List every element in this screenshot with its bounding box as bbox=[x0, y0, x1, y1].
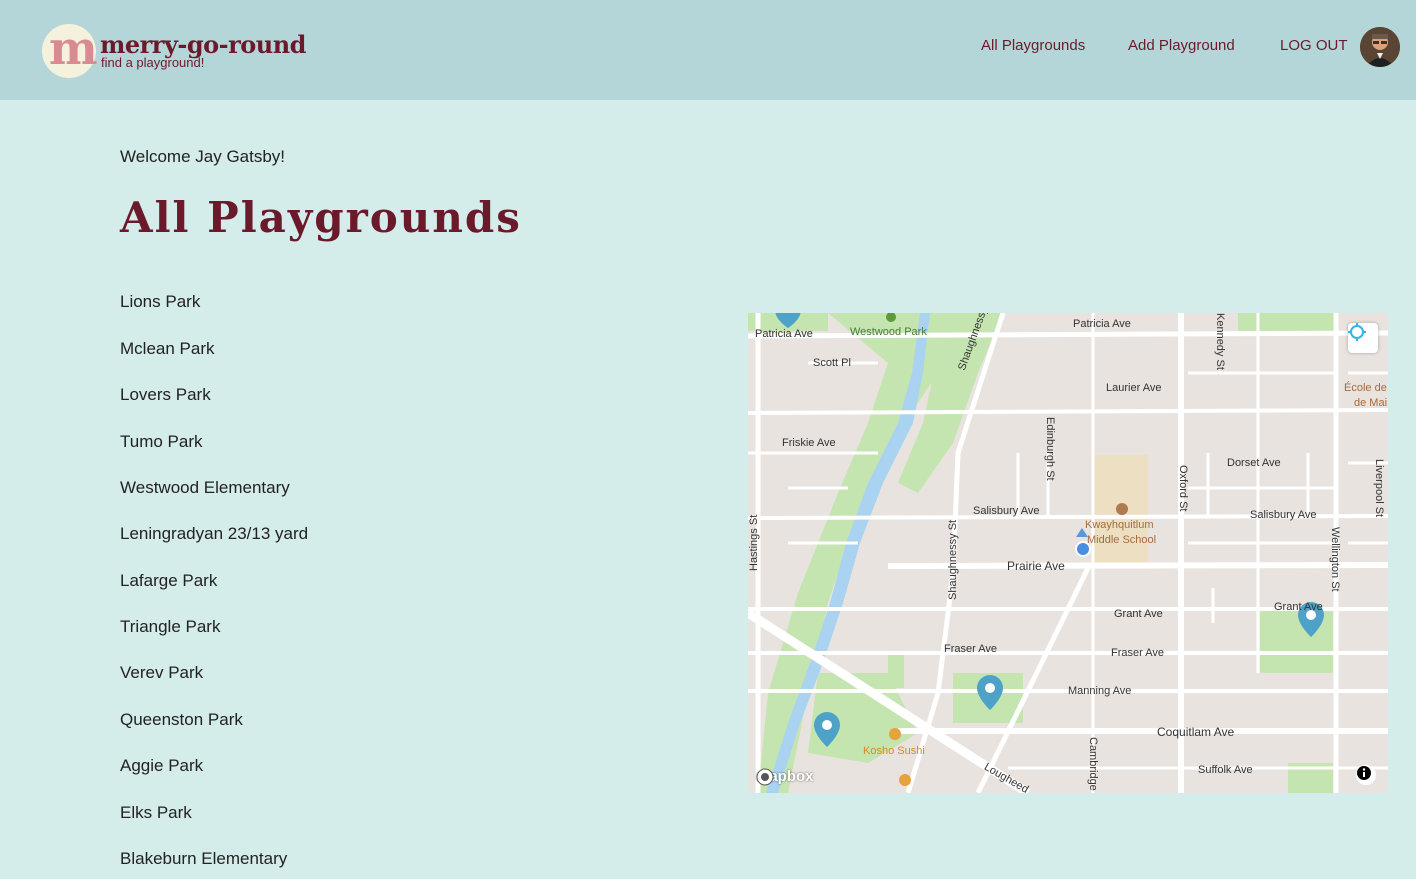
list-item[interactable]: Leningradyan 23/13 yard bbox=[120, 524, 308, 544]
list-item[interactable]: Verev Park bbox=[120, 663, 203, 683]
school-icon bbox=[1116, 503, 1128, 515]
list-item[interactable]: Blakeburn Elementary bbox=[120, 849, 287, 869]
list-item[interactable]: Lovers Park bbox=[120, 385, 211, 405]
map-label: Grant Ave bbox=[1274, 601, 1323, 613]
mapbox-icon bbox=[756, 768, 774, 786]
map-label: Suffolk Ave bbox=[1198, 764, 1253, 776]
map-label: Friskie Ave bbox=[782, 437, 836, 449]
list-item[interactable]: Queenston Park bbox=[120, 710, 243, 730]
map-label: Shaughnessy St bbox=[947, 519, 959, 600]
list-item[interactable]: Triangle Park bbox=[120, 617, 220, 637]
map-label: École de bbox=[1344, 382, 1387, 394]
map-label: Kosho Sushi bbox=[863, 745, 925, 757]
list-item[interactable]: Elks Park bbox=[120, 803, 192, 823]
map-label: Patricia Ave bbox=[1073, 318, 1131, 330]
map-canvas[interactable] bbox=[748, 313, 1388, 793]
list-item[interactable]: Lions Park bbox=[120, 292, 200, 312]
map-label: Kennedy St bbox=[1214, 313, 1226, 370]
map-label: Manning Ave bbox=[1068, 685, 1132, 697]
list-item[interactable]: Westwood Elementary bbox=[120, 478, 290, 498]
playground-map[interactable]: Patricia Ave Patricia Ave Westwood Park … bbox=[748, 313, 1388, 793]
map-label: Hastings St bbox=[748, 514, 760, 571]
map-label: Fraser Ave bbox=[944, 643, 997, 655]
list-item[interactable]: Aggie Park bbox=[120, 756, 203, 776]
map-label: Salisbury Ave bbox=[1250, 509, 1317, 521]
welcome-message: Welcome Jay Gatsby! bbox=[120, 147, 286, 166]
map-label: Salisbury Ave bbox=[973, 505, 1040, 517]
logout-link[interactable]: LOG OUT bbox=[1280, 37, 1348, 54]
restaurant-icon bbox=[899, 774, 911, 786]
map-label: Dorset Ave bbox=[1227, 457, 1281, 469]
geolocate-button[interactable] bbox=[1348, 323, 1378, 353]
list-item[interactable]: Mclean Park bbox=[120, 339, 214, 359]
map-label: Westwood Park bbox=[850, 326, 927, 338]
restaurant-icon bbox=[889, 728, 901, 740]
map-label: Oxford St bbox=[1177, 465, 1189, 512]
list-item[interactable]: Lafarge Park bbox=[120, 571, 217, 591]
user-avatar[interactable] bbox=[1360, 27, 1400, 67]
list-item[interactable]: Tumo Park bbox=[120, 432, 203, 452]
map-label: Wellington St bbox=[1329, 527, 1341, 592]
map-label: Patricia Ave bbox=[755, 328, 813, 340]
map-label: Kwayhquitlum bbox=[1085, 519, 1154, 531]
map-label: Prairie Ave bbox=[1007, 559, 1065, 573]
map-label: Cambridge bbox=[1087, 737, 1099, 791]
map-label: Fraser Ave bbox=[1111, 647, 1164, 659]
map-label: Edinburgh St bbox=[1044, 417, 1056, 481]
map-label: Coquitlam Ave bbox=[1157, 725, 1235, 739]
map-label: Laurier Ave bbox=[1106, 382, 1162, 394]
map-label: Scott Pl bbox=[813, 357, 851, 369]
info-icon bbox=[1357, 766, 1371, 780]
logo-letter[interactable]: m bbox=[49, 18, 98, 78]
brand-tagline: find a playground! bbox=[101, 55, 205, 70]
map-label: Liverpool St bbox=[1373, 459, 1385, 518]
nav-all-playgrounds[interactable]: All Playgrounds bbox=[981, 37, 1085, 54]
map-label: Grant Ave bbox=[1114, 608, 1163, 620]
crosshair-icon bbox=[1348, 323, 1366, 341]
page-title: All Playgrounds bbox=[120, 193, 522, 242]
top-header: m merry-go-round find a playground! All … bbox=[0, 0, 1416, 100]
attribution-button[interactable] bbox=[1356, 765, 1376, 785]
mapbox-logo[interactable]: mapbox bbox=[756, 768, 814, 786]
map-label: de Mai bbox=[1354, 397, 1388, 409]
map-label: Middle School bbox=[1087, 534, 1157, 546]
nav-add-playground[interactable]: Add Playground bbox=[1128, 37, 1235, 54]
